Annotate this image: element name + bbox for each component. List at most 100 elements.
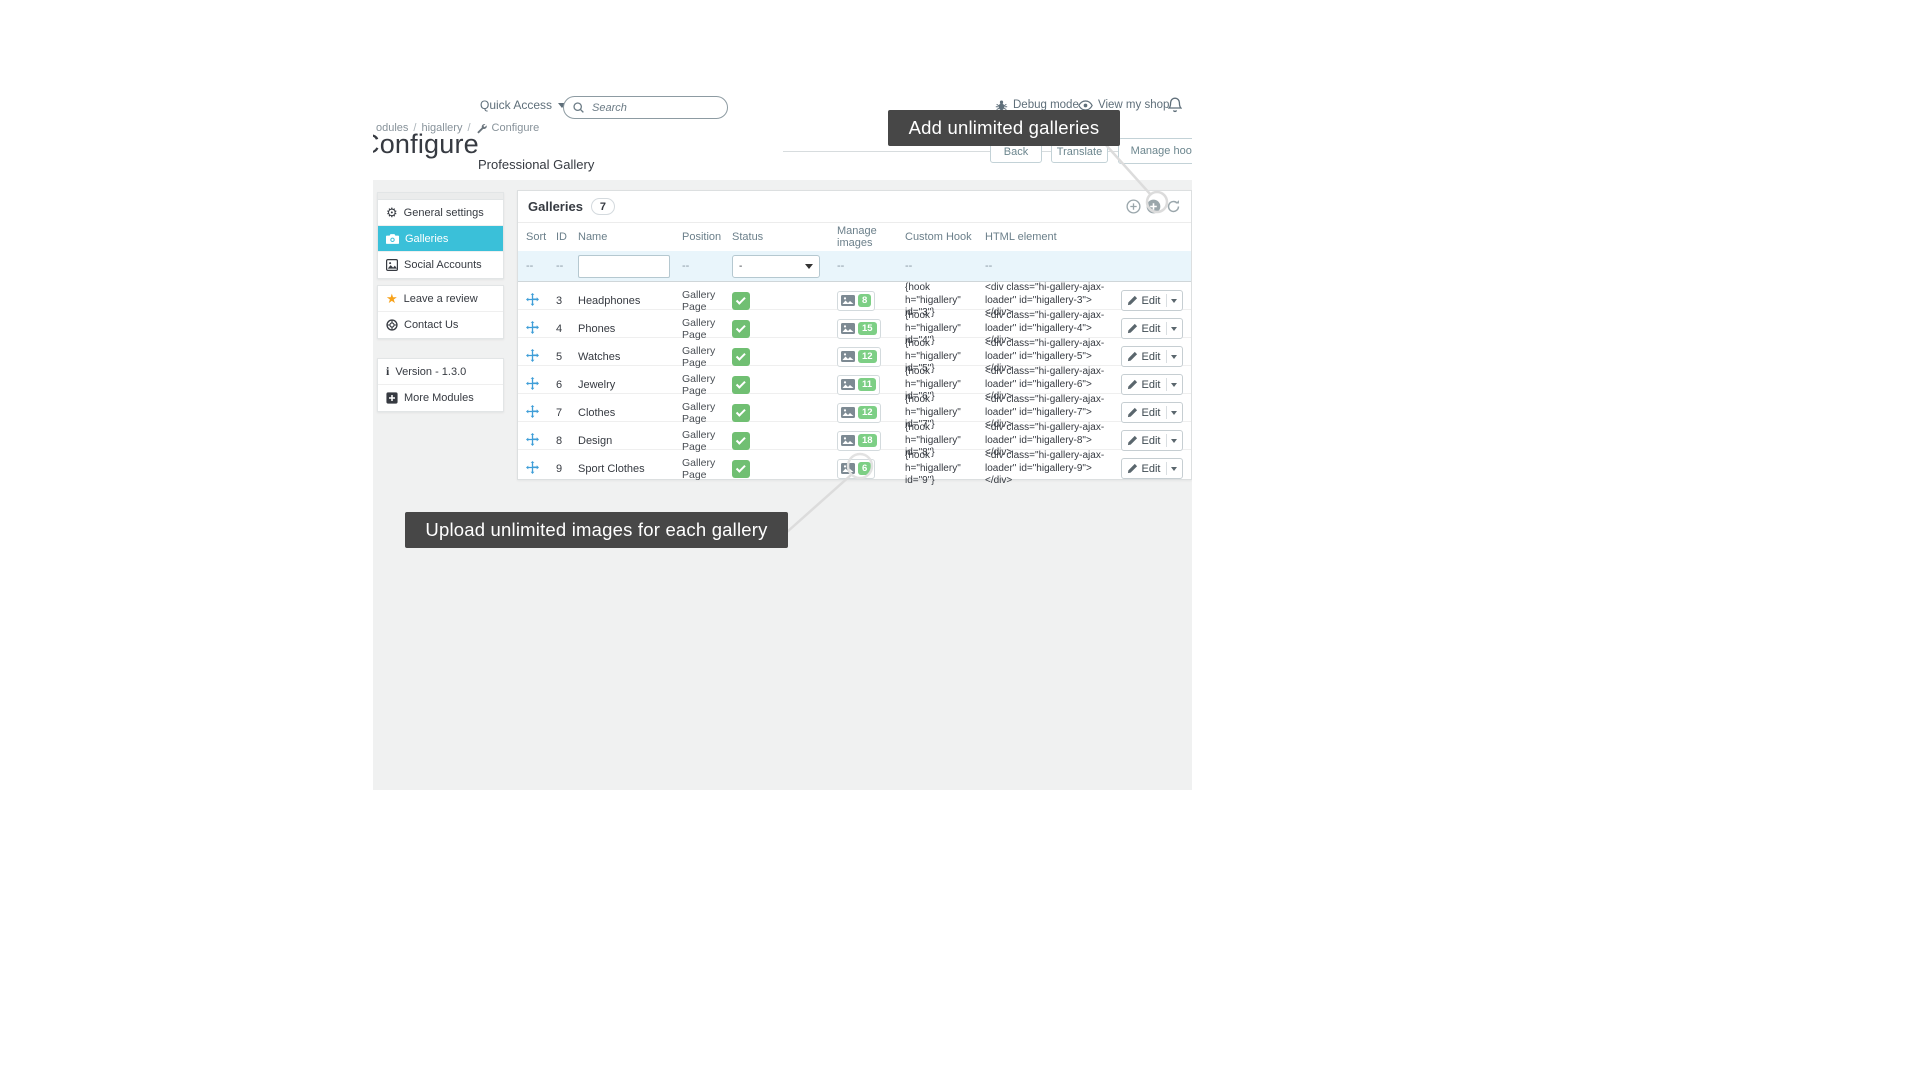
col-status: Status [732, 231, 837, 243]
image-frame-icon [386, 259, 398, 271]
table-header-row: Sort ID Name Position Status Manage imag… [518, 223, 1191, 251]
gallery-position: Gallery Page [682, 345, 732, 369]
panel-header: Galleries 7 [518, 191, 1191, 223]
gallery-id: 3 [556, 295, 578, 307]
sidebar-item-leave-review[interactable]: Leave a review [378, 286, 503, 312]
plus-square-icon [386, 392, 398, 404]
sidebar-item-contact-us[interactable]: Contact Us [378, 312, 503, 338]
drag-move-icon[interactable] [526, 433, 539, 446]
chevron-down-icon [1171, 439, 1177, 443]
check-icon [735, 295, 745, 305]
gallery-position: Gallery Page [682, 429, 732, 453]
chevron-down-icon [1171, 467, 1177, 471]
drag-move-icon[interactable] [526, 461, 539, 474]
col-manage-images: Manage images [837, 225, 905, 249]
image-count-badge: 11 [858, 378, 876, 391]
add-circle-icon[interactable] [1145, 199, 1161, 215]
manage-images-button[interactable]: 8 [837, 291, 875, 311]
sidebar-item-more-modules[interactable]: More Modules [378, 385, 503, 411]
gallery-name: Watches [578, 351, 682, 363]
gallery-name: Phones [578, 323, 682, 335]
image-count-badge: 18 [858, 434, 877, 447]
drag-move-icon[interactable] [526, 349, 539, 362]
table-filter-row: -- -- -- - -- -- -- [518, 251, 1191, 282]
bell-icon [1168, 97, 1182, 113]
drag-move-icon[interactable] [526, 293, 539, 306]
table-row: 9 Sport Clothes Gallery Page 6 {hook h="… [518, 450, 1191, 478]
panel-title: Galleries [528, 199, 583, 214]
sidebar-item-social-accounts[interactable]: Social Accounts [378, 252, 503, 278]
edit-button[interactable]: Edit [1121, 402, 1183, 423]
search-bar[interactable] [563, 96, 728, 119]
table-row: 6 Jewelry Gallery Page 11 {hook h="higal… [518, 366, 1191, 394]
check-icon [735, 407, 745, 417]
status-enabled-button[interactable] [732, 292, 750, 310]
notifications-button[interactable] [1168, 95, 1182, 115]
drag-move-icon[interactable] [526, 377, 539, 390]
status-enabled-button[interactable] [732, 348, 750, 366]
manage-images-button[interactable]: 12 [837, 347, 881, 367]
table-row: 5 Watches Gallery Page 12 {hook h="higal… [518, 338, 1191, 366]
status-enabled-button[interactable] [732, 376, 750, 394]
pencil-icon [1127, 323, 1138, 334]
check-icon [735, 379, 745, 389]
status-enabled-button[interactable] [732, 404, 750, 422]
edit-button[interactable]: Edit [1121, 318, 1183, 339]
pencil-icon [1127, 463, 1138, 474]
status-enabled-button[interactable] [732, 320, 750, 338]
gallery-name: Jewelry [578, 379, 682, 391]
gallery-name: Headphones [578, 295, 682, 307]
edit-button[interactable]: Edit [1121, 346, 1183, 367]
edit-button[interactable]: Edit [1121, 290, 1183, 311]
status-filter-select[interactable]: - [732, 255, 820, 278]
edit-button[interactable]: Edit [1121, 374, 1183, 395]
gallery-id: 7 [556, 407, 578, 419]
refresh-icon[interactable] [1165, 199, 1181, 215]
custom-hook-code: {hook h="higallery" id="9"} [905, 450, 985, 488]
image-icon [841, 435, 855, 446]
screenshot-canvas: Quick Access Debug mode View my shop odu… [0, 0, 1920, 1080]
pencil-icon [1127, 295, 1138, 306]
manage-images-button[interactable]: 6 [837, 459, 875, 479]
image-icon [841, 463, 855, 474]
support-panel: Leave a review Contact Us [377, 285, 504, 339]
image-icon [841, 407, 855, 418]
info-icon [386, 364, 389, 379]
edit-button[interactable]: Edit [1121, 458, 1183, 479]
quick-access-label: Quick Access [480, 98, 552, 112]
edit-button[interactable]: Edit [1121, 430, 1183, 451]
check-icon [735, 351, 745, 361]
add-gallery-icon[interactable] [1125, 199, 1141, 215]
module-name: Professional Gallery [478, 157, 594, 172]
chevron-down-icon [1171, 327, 1177, 331]
eye-icon [1078, 100, 1093, 111]
col-sort: Sort [526, 231, 556, 243]
gallery-position: Gallery Page [682, 317, 732, 341]
manage-images-button[interactable]: 11 [837, 375, 880, 395]
sidebar-item-general-settings[interactable]: General settings [378, 200, 503, 226]
pencil-icon [1127, 379, 1138, 390]
search-input[interactable] [592, 102, 712, 114]
drag-move-icon[interactable] [526, 321, 539, 334]
image-count-badge: 12 [858, 350, 877, 363]
manage-images-button[interactable]: 12 [837, 403, 881, 423]
gallery-id: 6 [556, 379, 578, 391]
chevron-down-icon [1171, 355, 1177, 359]
gallery-position: Gallery Page [682, 373, 732, 397]
gallery-name: Design [578, 435, 682, 447]
status-enabled-button[interactable] [732, 460, 750, 478]
gallery-id: 9 [556, 463, 578, 475]
sidebar-item-galleries[interactable]: Galleries [378, 226, 503, 252]
manage-images-button[interactable]: 15 [837, 319, 881, 339]
manage-hook-button[interactable]: Manage hook [1118, 138, 1192, 164]
module-info-panel: Version - 1.3.0 More Modules [377, 358, 504, 412]
quick-access-menu[interactable]: Quick Access [480, 95, 566, 115]
chevron-down-icon [1171, 411, 1177, 415]
status-enabled-button[interactable] [732, 432, 750, 450]
gear-icon [386, 206, 398, 219]
name-filter-input[interactable] [578, 255, 670, 278]
image-count-badge: 12 [858, 406, 877, 419]
drag-move-icon[interactable] [526, 405, 539, 418]
manage-images-button[interactable]: 18 [837, 431, 881, 451]
chevron-down-icon [805, 264, 813, 269]
